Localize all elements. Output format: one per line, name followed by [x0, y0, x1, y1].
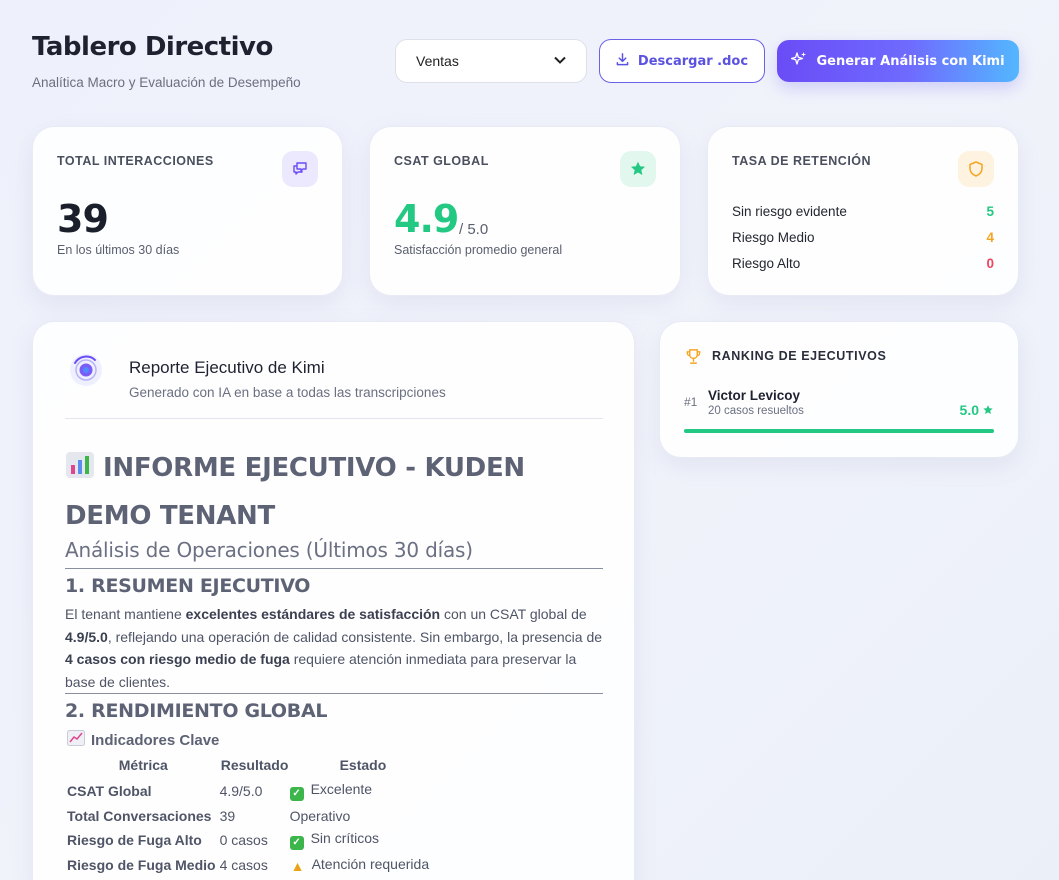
state-cell: Operativo [290, 804, 440, 829]
retention-row-medium-risk: Riesgo Medio 4 [732, 230, 994, 245]
ranking-title: RANKING DE EJECUTIVOS [712, 349, 887, 363]
kimi-logo-icon [67, 351, 105, 389]
download-doc-button[interactable]: Descargar .doc [599, 39, 765, 83]
generate-analysis-button[interactable]: Generar Análisis con Kimi [777, 40, 1019, 82]
download-icon [616, 52, 629, 70]
trophy-icon [685, 348, 702, 369]
table-header-row: Métrica Resultado Estado [67, 755, 440, 779]
check-icon: ✓ [289, 836, 304, 851]
key-indicators-table: Métrica Resultado Estado CSAT Global 4.9… [67, 755, 440, 877]
kpi-card-csat: CSAT GLOBAL 4.9 / 5.0 Satisfacción prome… [369, 126, 681, 296]
summary-text: con un CSAT global de [440, 606, 587, 622]
section-rule [65, 693, 603, 694]
retention-row-high-risk: Riesgo Alto 0 [732, 256, 994, 271]
column-header: Resultado [220, 756, 289, 773]
state-cell: ▲ Atención requerida [290, 853, 440, 878]
score-value: 5.0 [959, 402, 979, 418]
report-divider [65, 418, 603, 419]
column-header: Estado [339, 756, 387, 773]
table-row: Riesgo de Fuga Alto 0 casos ✓ Sin crítico… [67, 828, 440, 853]
report-heading-text: INFORME EJECUTIVO - KUDEN DEMO TENANT [65, 453, 525, 531]
state-cell: ✓ Excelente [289, 779, 440, 804]
ranking-card: RANKING DE EJECUTIVOS #1 Victor Levicoy … [659, 321, 1019, 458]
generate-analysis-label: Generar Análisis con Kimi [816, 53, 1005, 69]
key-indicators-heading: Indicadores Clave [67, 730, 219, 750]
report-subheading: Análisis de Operaciones (Últimos 30 días… [65, 538, 473, 562]
report-subtitle: Generado con IA en base a todas las tran… [129, 385, 446, 400]
table-row: Total Conversaciones 39 Operativo [67, 804, 440, 829]
section-title-performance: 2. RENDIMIENTO GLOBAL [65, 700, 328, 722]
star-icon [983, 405, 993, 414]
chevron-down-icon [554, 55, 566, 67]
summary-bold: 4.9/5.0 [65, 628, 108, 645]
sparkles-icon [791, 51, 807, 71]
key-indicators-label: Indicadores Clave [91, 731, 220, 749]
retention-row-value: 5 [986, 204, 994, 219]
result-cell: 4.9/5.0 [219, 783, 263, 800]
metric-cell: Riesgo de Fuga Medio [67, 856, 216, 873]
summary-text: El tenant mantiene [65, 606, 186, 622]
bar-chart-icon [65, 449, 95, 494]
result-cell: 0 casos [219, 832, 268, 849]
metric-cell: Total Conversaciones [67, 807, 212, 824]
kpi-label: TOTAL INTERACCIONES [57, 154, 214, 168]
summary-paragraph: El tenant mantiene excelentes estándares… [65, 603, 605, 693]
download-doc-label: Descargar .doc [637, 53, 749, 69]
metric-cell: CSAT Global [67, 783, 152, 800]
trend-chart-icon [67, 730, 85, 750]
state-cell: ✓ Sin críticos [289, 828, 440, 853]
page-subtitle: Analítica Macro y Evaluación de Desempeñ… [32, 75, 301, 90]
kpi-label: TASA DE RETENCIÓN [732, 154, 872, 168]
warning-icon: ▲ [290, 858, 305, 875]
section-title-summary: 1. RESUMEN EJECUTIVO [65, 575, 311, 597]
table-row: Riesgo de Fuga Medio 4 casos ▲ Atención r… [67, 853, 440, 878]
executive-score: 5.0 [960, 402, 994, 418]
result-cell: 4 casos [219, 856, 268, 873]
kpi-value: 39 [57, 197, 109, 241]
check-icon: ✓ [289, 787, 304, 802]
summary-bold: excelentes estándares de satisfacción [185, 606, 441, 622]
area-select[interactable]: Ventas [395, 39, 587, 83]
retention-row-label: Sin riesgo evidente [732, 204, 847, 219]
summary-text: , reflejando una operación de calidad co… [107, 628, 603, 645]
rank-position: #1 [684, 395, 698, 409]
report-heading: INFORME EJECUTIVO - KUDEN DEMO TENANT [65, 446, 585, 539]
kpi-card-retention: TASA DE RETENCIÓN Sin riesgo evidente 5 … [707, 126, 1019, 296]
kpi-card-interactions: TOTAL INTERACCIONES 39 En los últimos 30… [32, 126, 343, 296]
table-row: CSAT Global 4.9/5.0 ✓ Excelente [67, 779, 440, 804]
area-select-value: Ventas [416, 53, 459, 69]
state-text: Operativo [289, 807, 351, 824]
star-icon [620, 151, 656, 187]
chat-icon [282, 151, 318, 187]
summary-bold: 4 casos con riesgo medio de fuga [65, 651, 290, 667]
executive-cases: 20 casos resueltos [708, 405, 804, 417]
section-rule [65, 568, 603, 569]
metric-cell: Riesgo de Fuga Alto [67, 832, 202, 849]
state-text: Atención requerida [311, 856, 430, 873]
kpi-note: En los últimos 30 días [57, 243, 180, 257]
page-header: Tablero Directivo Analítica Macro y Eval… [32, 32, 1022, 92]
column-header: Métrica [118, 756, 168, 773]
kpi-label: CSAT GLOBAL [394, 154, 489, 168]
state-text: Sin críticos [310, 830, 380, 847]
retention-row-value: 4 [986, 230, 994, 245]
csat-scale: / 5.0 [459, 221, 489, 238]
score-progress-bar [684, 429, 994, 433]
retention-row-no-risk: Sin riesgo evidente 5 [732, 204, 994, 219]
kpi-note: Satisfacción promedio general [394, 243, 563, 257]
report-title: Reporte Ejecutivo de Kimi [129, 358, 325, 377]
retention-row-value: 0 [986, 256, 994, 271]
csat-value: 4.9 [394, 197, 459, 241]
executive-name: Victor Levicoy [708, 388, 801, 403]
retention-row-label: Riesgo Medio [732, 230, 815, 245]
state-text: Excelente [310, 781, 373, 798]
executive-report-card: Reporte Ejecutivo de Kimi Generado con I… [32, 321, 635, 880]
score-progress-fill [684, 429, 994, 433]
retention-row-label: Riesgo Alto [732, 256, 801, 271]
result-cell: 39 [219, 807, 236, 824]
shield-icon [958, 151, 994, 187]
